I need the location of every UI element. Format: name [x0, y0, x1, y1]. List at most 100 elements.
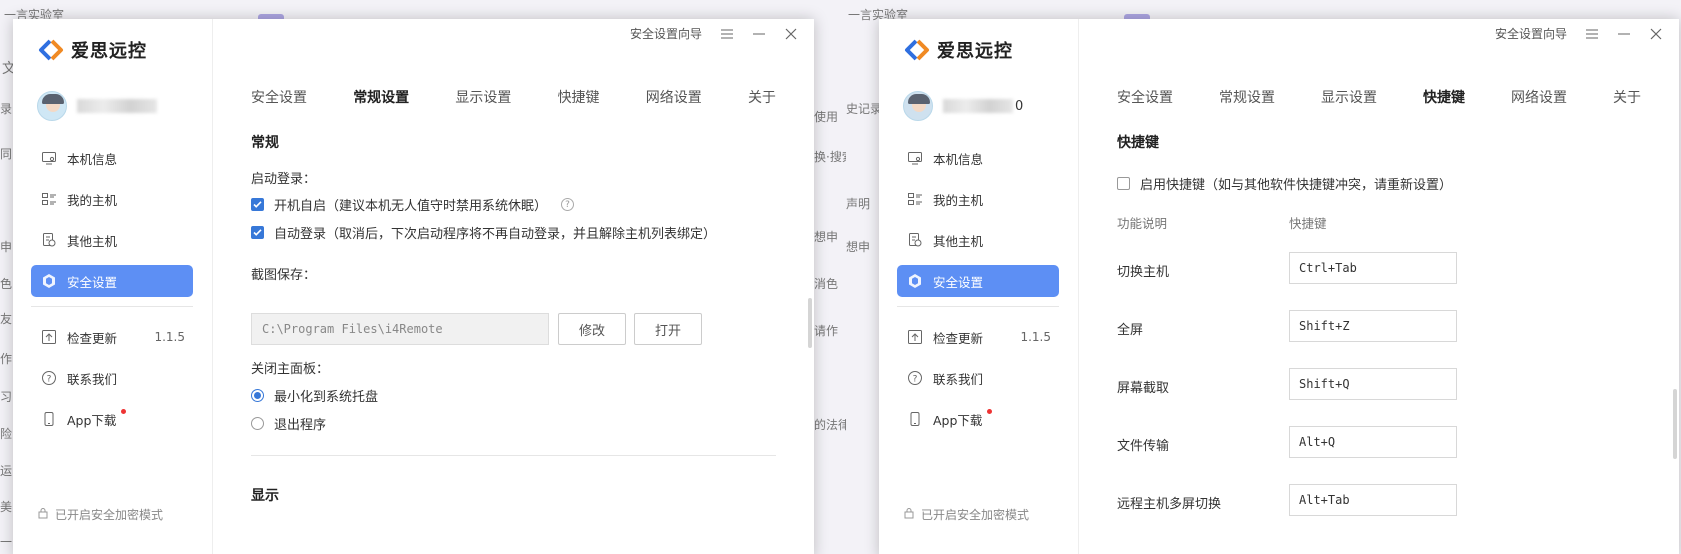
user-name-suffix: 0 — [1015, 98, 1024, 114]
menu-icon[interactable] — [720, 27, 734, 41]
settings-tabs: 安全设置 常规设置 显示设置 快捷键 网络设置 关于 — [251, 87, 776, 107]
user-profile[interactable] — [37, 91, 157, 121]
enable-shortcuts-option[interactable]: 启用快捷键（如与其他软件快捷键冲突，请重新设置） — [1117, 174, 1452, 193]
sidebar-item-local-info[interactable]: 本机信息 — [31, 142, 193, 174]
enable-shortcuts-checkbox[interactable] — [1117, 177, 1130, 190]
exit-radio[interactable] — [251, 417, 264, 430]
svg-text:?: ? — [913, 375, 918, 385]
tab-shortcuts[interactable]: 快捷键 — [1423, 87, 1465, 107]
startup-label: 启动登录： — [251, 172, 317, 187]
close-panel-label: 关闭主面板： — [251, 362, 330, 377]
bg-text: 声明 — [846, 197, 871, 211]
sidebar-item-app-download[interactable]: App下载 — [31, 403, 193, 435]
bg-text: 使用 — [814, 110, 839, 124]
minimize-icon[interactable] — [752, 27, 766, 41]
autologin-checkbox[interactable] — [251, 226, 264, 239]
user-profile[interactable]: 0 — [903, 91, 1023, 121]
autostart-option[interactable]: 开机自启（建议本机无人值守时禁用系统休眠） ? — [251, 195, 575, 214]
settings-tabs: 安全设置 常规设置 显示设置 快捷键 网络设置 关于 — [1117, 87, 1641, 107]
sidebar-item-contact[interactable]: ? 联系我们 — [897, 362, 1059, 394]
security-wizard-link[interactable]: 安全设置向导 — [1495, 25, 1567, 42]
logo-icon — [39, 39, 63, 61]
sidebar-item-local-info[interactable]: 本机信息 — [897, 142, 1059, 174]
sidebar-item-my-hosts[interactable]: 我的主机 — [31, 183, 193, 215]
menu-icon[interactable] — [1585, 27, 1599, 41]
scrollbar-thumb[interactable] — [1673, 389, 1677, 459]
tab-security[interactable]: 安全设置 — [251, 87, 307, 107]
bg-text: 一 — [0, 535, 13, 549]
divider — [251, 455, 776, 456]
encryption-status-text: 已开启安全加密模式 — [921, 508, 1030, 522]
close-icon[interactable] — [784, 27, 798, 41]
sidebar-item-my-hosts[interactable]: 我的主机 — [897, 183, 1059, 215]
avatar[interactable] — [37, 91, 67, 121]
open-button[interactable]: 打开 — [634, 313, 702, 345]
bg-middle-strip-right: 史记录 声明 想申 — [846, 0, 880, 554]
bg-text: 录 — [0, 102, 13, 116]
version-label: 1.1.5 — [154, 330, 185, 344]
sidebar-item-check-update[interactable]: 检查更新 1.1.5 — [31, 321, 193, 353]
security-wizard-link[interactable]: 安全设置向导 — [630, 25, 702, 42]
tab-shortcuts[interactable]: 快捷键 — [558, 87, 600, 107]
autologin-option[interactable]: 自动登录（取消后，下次启动程序将不再自动登录，并且解除主机列表绑定） — [251, 223, 716, 242]
shortcut-function-label: 切换主机 — [1117, 265, 1170, 280]
sidebar-nav: 本机信息 我的主机 其他主机 安全设置 检查更新 1.1.5 ? 联系我们 Ap… — [897, 142, 1059, 444]
exit-label: 退出程序 — [274, 418, 327, 433]
minimize-to-tray-option[interactable]: 最小化到系统托盘 — [251, 386, 378, 405]
notification-dot — [987, 409, 992, 414]
shortcut-input-switch-host[interactable]: Ctrl+Tab — [1289, 252, 1457, 284]
close-icon[interactable] — [1649, 27, 1663, 41]
tab-about[interactable]: 关于 — [1613, 87, 1641, 107]
tab-network[interactable]: 网络设置 — [1511, 87, 1567, 107]
bg-text: 申 — [0, 240, 13, 254]
bg-text: 运 — [0, 464, 13, 478]
lock-icon — [903, 507, 915, 522]
shortcut-input-file-transfer[interactable]: Alt+Q — [1289, 426, 1457, 458]
avatar[interactable] — [903, 91, 933, 121]
sidebar-item-app-download[interactable]: App下载 — [897, 403, 1059, 435]
shield-icon — [41, 273, 57, 289]
tab-about[interactable]: 关于 — [748, 87, 776, 107]
host-list-icon — [907, 191, 923, 207]
shortcut-input-multi-screen[interactable]: Alt+Tab — [1289, 484, 1457, 516]
sidebar: 爱思远控 本机信息 我的主机 其他主机 安全设置 检查更新 1.1.5 ? 联系… — [13, 19, 213, 554]
shortcut-input-fullscreen[interactable]: Shift+Z — [1289, 310, 1457, 342]
sidebar-item-label: App下载 — [67, 412, 117, 428]
shortcut-function-label: 全屏 — [1117, 323, 1144, 338]
screenshot-path-field[interactable]: C:\Program Files\i4Remote — [251, 313, 549, 345]
bg-text: 习 — [0, 390, 13, 404]
minimize-radio[interactable] — [251, 389, 264, 402]
divider — [897, 306, 1059, 307]
computer-icon — [41, 150, 57, 166]
sidebar-item-security[interactable]: 安全设置 — [897, 265, 1059, 297]
sidebar-item-security[interactable]: 安全设置 — [31, 265, 193, 297]
bg-text: 作 — [0, 352, 13, 366]
sidebar-item-other-hosts[interactable]: 其他主机 — [31, 224, 193, 256]
tab-network[interactable]: 网络设置 — [646, 87, 702, 107]
section-title-general: 常规 — [251, 135, 279, 151]
notification-dot — [121, 409, 126, 414]
sidebar-item-check-update[interactable]: 检查更新 1.1.5 — [897, 321, 1059, 353]
tab-display[interactable]: 显示设置 — [455, 87, 511, 107]
sidebar-item-other-hosts[interactable]: 其他主机 — [897, 224, 1059, 256]
host-list-icon — [41, 191, 57, 207]
autostart-checkbox[interactable] — [251, 198, 264, 211]
tab-security[interactable]: 安全设置 — [1117, 87, 1173, 107]
shortcut-input-screenshot[interactable]: Shift+Q — [1289, 368, 1457, 400]
bg-text: 想申 — [846, 240, 871, 254]
exit-program-option[interactable]: 退出程序 — [251, 414, 326, 433]
screenshot-save-label: 截图保存： — [251, 268, 317, 283]
update-icon — [41, 329, 57, 345]
tab-display[interactable]: 显示设置 — [1321, 87, 1377, 107]
bg-text: 换·搜索 — [814, 150, 846, 164]
help-question-icon[interactable]: ? — [561, 198, 575, 211]
sidebar-item-contact[interactable]: ? 联系我们 — [31, 362, 193, 394]
sidebar-item-label: 我的主机 — [933, 192, 984, 208]
scrollbar-thumb[interactable] — [808, 298, 812, 348]
modify-button[interactable]: 修改 — [558, 313, 626, 345]
logo-icon — [905, 39, 929, 61]
minimize-icon[interactable] — [1617, 27, 1631, 41]
autostart-label: 开机自启（建议本机无人值守时禁用系统休眠） — [274, 199, 548, 214]
tab-general[interactable]: 常规设置 — [353, 87, 409, 107]
tab-general[interactable]: 常规设置 — [1219, 87, 1275, 107]
